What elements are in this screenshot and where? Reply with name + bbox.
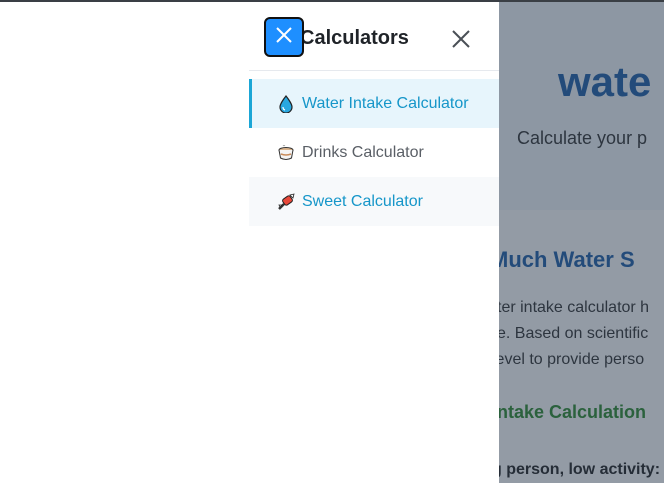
coffee-cup-icon [276,143,296,163]
sidebar-item-label: Sweet Calculator [302,192,423,210]
menu-toggle-button[interactable] [264,17,304,57]
backdrop-overlay[interactable] [499,0,664,483]
close-icon [452,30,470,48]
sidebar-item-drinks[interactable]: Drinks Calculator [249,128,499,177]
sidebar-item-label: Water Intake Calculator [302,94,469,112]
sidebar-item-label: Drinks Calculator [302,143,424,161]
sidebar-item-water-intake[interactable]: Water Intake Calculator [249,79,499,128]
close-button[interactable] [446,24,476,54]
sidebar-item-sweet[interactable]: Sweet Calculator [249,177,499,226]
drawer-title: Calculators [300,27,409,49]
close-icon [276,27,292,43]
calculator-menu: Water Intake Calculator Drinks Calculato… [249,79,499,226]
sidebar-drawer: Calculators Water Intake Calculator Drin… [0,0,499,483]
water-drop-icon [276,94,296,114]
candy-icon [276,192,296,212]
top-border [0,0,664,2]
